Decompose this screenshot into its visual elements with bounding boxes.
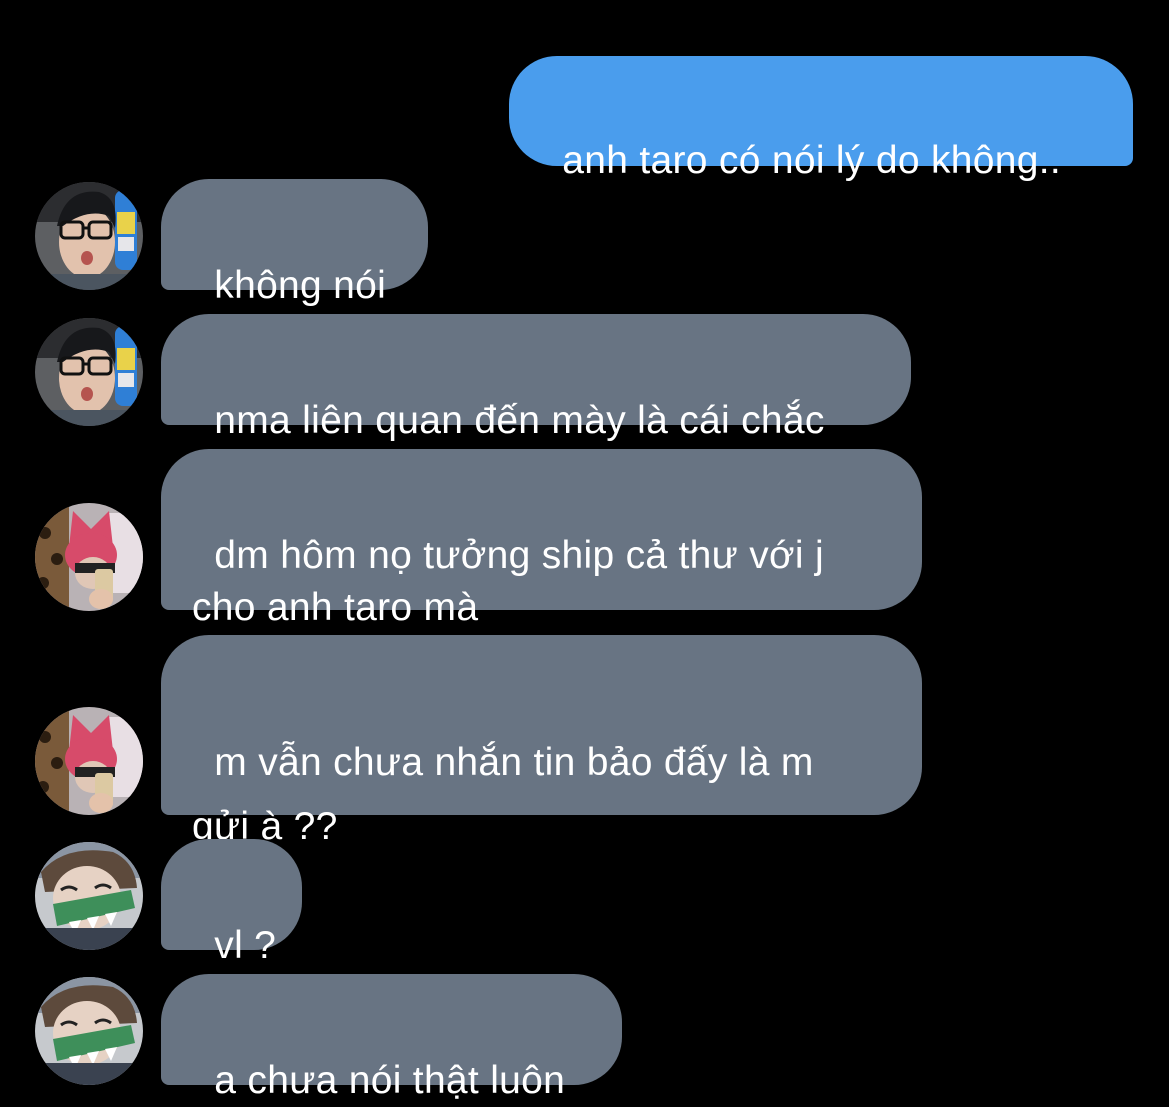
avatar[interactable] (35, 318, 143, 426)
message-text: m vẫn chưa nhắn tin bảo đấy là m gửi à ?… (192, 741, 814, 848)
avatar[interactable] (35, 503, 143, 611)
message-text: vl ? (214, 924, 277, 967)
received-message-bubble[interactable]: dm hôm nọ tưởng ship cả thư với j cho an… (161, 449, 922, 629)
received-message-bubble[interactable]: a chưa nói thật luôn (161, 974, 622, 1102)
avatar[interactable] (35, 707, 143, 815)
received-message-bubble[interactable]: vl ? (161, 839, 302, 967)
pink-hat-person-avatar-icon (35, 707, 143, 815)
glasses-person-avatar-icon (35, 182, 143, 290)
glasses-person-avatar-icon (35, 318, 143, 426)
avatar[interactable] (35, 842, 143, 950)
received-message-bubble[interactable]: không nói (161, 179, 428, 307)
avatar[interactable] (35, 977, 143, 1085)
message-text: a chưa nói thật luôn (214, 1059, 566, 1102)
message-text: dm hôm nọ tưởng ship cả thư với j cho an… (192, 534, 824, 629)
message-text: không nói (214, 264, 387, 307)
pink-hat-person-avatar-icon (35, 503, 143, 611)
received-message-bubble[interactable]: nma liên quan đến mày là cái chắc (161, 314, 911, 442)
message-text: nma liên quan đến mày là cái chắc (214, 399, 825, 442)
received-message-bubble[interactable]: m vẫn chưa nhắn tin bảo đấy là m gửi à ?… (161, 635, 922, 908)
green-claw-person-avatar-icon (35, 842, 143, 950)
message-text: anh taro có nói lý do không.. (562, 139, 1061, 182)
sent-message-bubble[interactable]: anh taro có nói lý do không.. (509, 56, 1133, 182)
avatar[interactable] (35, 182, 143, 290)
green-claw-person-avatar-icon (35, 977, 143, 1085)
